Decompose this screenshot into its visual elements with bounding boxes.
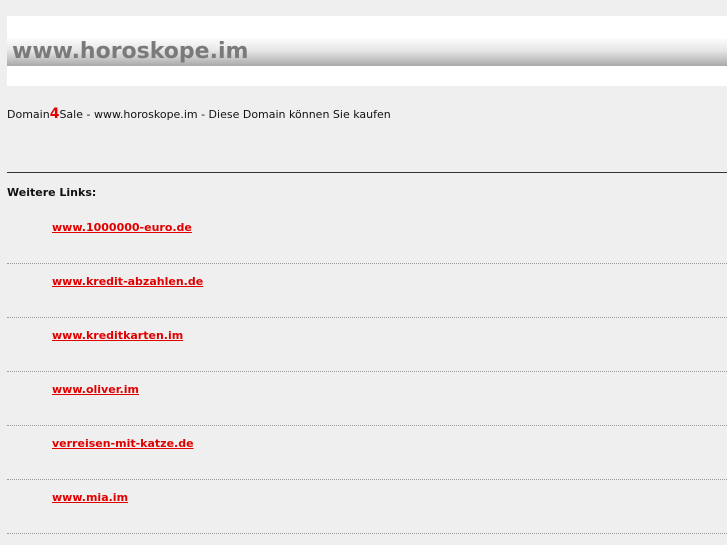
list-item: www.1000000-euro.de bbox=[7, 210, 727, 264]
sale-prefix: Domain bbox=[7, 108, 50, 121]
link-1000000-euro[interactable]: www.1000000-euro.de bbox=[52, 220, 192, 236]
list-item: www.kreditkarten.im bbox=[7, 318, 727, 372]
domain-sale-notice: Domain4Sale - www.horoskope.im - Diese D… bbox=[7, 106, 391, 123]
link-mia[interactable]: www.mia.im bbox=[52, 490, 128, 506]
list-item: www.mia.im bbox=[7, 480, 727, 534]
list-item: verreisen-mit-katze.de bbox=[7, 426, 727, 480]
site-title: www.horoskope.im bbox=[12, 39, 249, 64]
header: www.horoskope.im bbox=[7, 16, 727, 86]
link-verreisen-mit-katze[interactable]: verreisen-mit-katze.de bbox=[52, 436, 194, 452]
list-item: www.oliver.im bbox=[7, 372, 727, 426]
sale-four: 4 bbox=[49, 106, 60, 122]
link-list: www.1000000-euro.de www.kredit-abzahlen.… bbox=[7, 210, 727, 534]
divider bbox=[7, 172, 727, 173]
list-item: www.kredit-abzahlen.de bbox=[7, 264, 727, 318]
link-oliver[interactable]: www.oliver.im bbox=[52, 382, 139, 398]
link-kreditkarten[interactable]: www.kreditkarten.im bbox=[52, 328, 183, 344]
dotted-separator bbox=[7, 533, 727, 534]
sale-suffix: Sale - www.horoskope.im - Diese Domain k… bbox=[59, 108, 391, 121]
link-kredit-abzahlen[interactable]: www.kredit-abzahlen.de bbox=[52, 274, 203, 290]
page: www.horoskope.im Domain4Sale - www.horos… bbox=[0, 0, 727, 545]
links-heading: Weitere Links: bbox=[7, 186, 97, 199]
